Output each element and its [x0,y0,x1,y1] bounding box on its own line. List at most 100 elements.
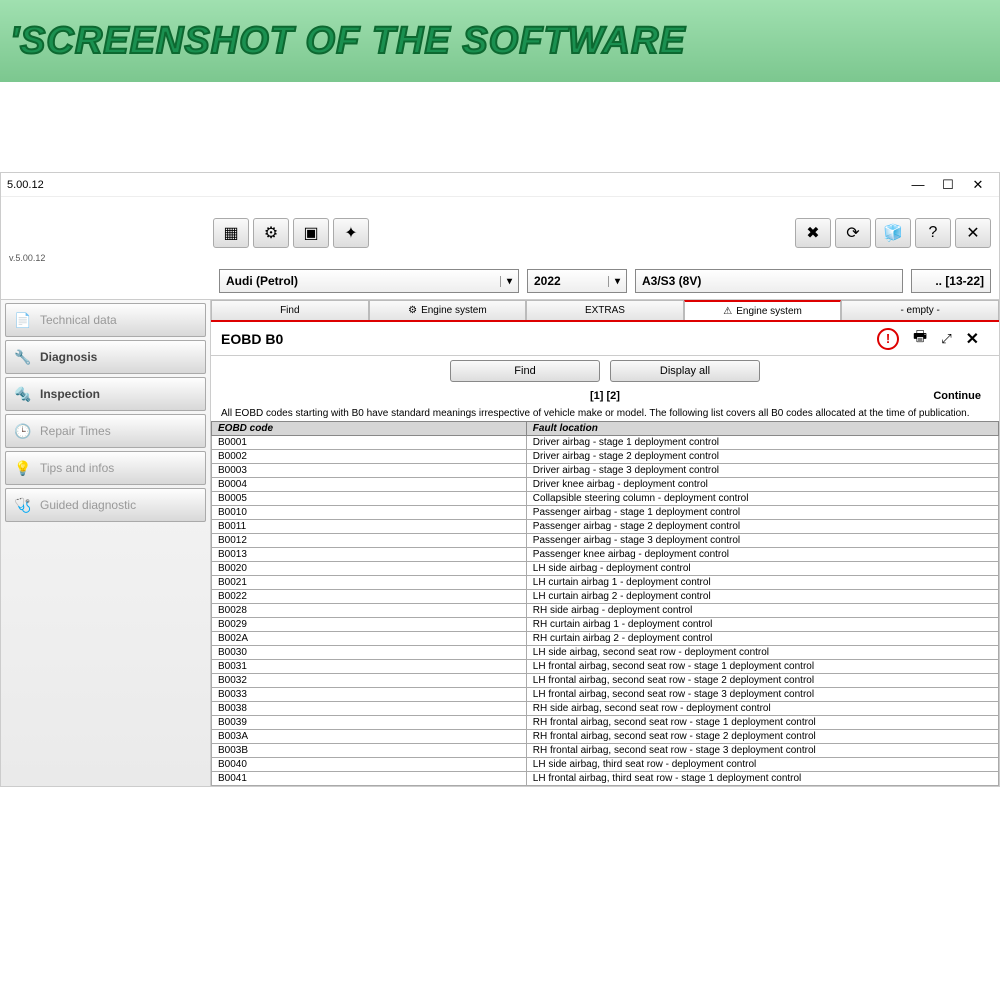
gap2 [0,787,1000,947]
table-row[interactable]: B0002Driver airbag - stage 2 deployment … [212,450,999,464]
tab-label: Engine system [736,306,802,317]
table-row[interactable]: B0040LH side airbag, third seat row - de… [212,758,999,772]
warning-icon[interactable]: ! [877,328,899,350]
help-button[interactable]: ? [915,218,951,248]
cancel-button[interactable]: ✖ [795,218,831,248]
table-cell: LH frontal airbag, third seat row - stag… [526,772,998,786]
make-select[interactable]: Audi (Petrol) ▾ [219,269,519,293]
main-area: 📄Technical data🔧Diagnosis🔩Inspection🕒Rep… [1,299,999,786]
tab-label: EXTRAS [585,305,625,316]
refresh-button[interactable]: ⟳ [835,218,871,248]
table-cell: B003A [212,730,527,744]
sidebar-item-inspection[interactable]: 🔩Inspection [5,377,206,411]
sidebar-icon: 🔧 [14,348,32,366]
maximize-icon[interactable]: ☐ [933,175,963,195]
gear-icon[interactable]: ✦ [333,218,369,248]
make-value: Audi (Petrol) [226,274,298,288]
table-cell: B0040 [212,758,527,772]
table-row[interactable]: B003ARH frontal airbag, second seat row … [212,730,999,744]
table-row[interactable]: B003BRH frontal airbag, second seat row … [212,744,999,758]
table-row[interactable]: B0032LH frontal airbag, second seat row … [212,674,999,688]
sidebar: 📄Technical data🔧Diagnosis🔩Inspection🕒Rep… [1,300,211,786]
close-section-icon[interactable]: ✕ [966,329,979,349]
table-row[interactable]: B0003Driver airbag - stage 3 deployment … [212,464,999,478]
tab-engine-system[interactable]: ⚙Engine system [369,300,527,320]
tab--empty-[interactable]: - empty - [841,300,999,320]
sidebar-icon: 📄 [14,311,32,329]
table-row[interactable]: B0041LH frontal airbag, third seat row -… [212,772,999,786]
range-select[interactable]: .. [13-22] [911,269,991,293]
table-cell: LH curtain airbag 1 - deployment control [526,576,998,590]
table-cell: B0021 [212,576,527,590]
tab-label: Find [280,305,299,316]
table-cell: LH frontal airbag, second seat row - sta… [526,660,998,674]
expand-icon[interactable]: ⤢ [941,331,951,347]
print-icon[interactable]: 🖶 [913,326,927,351]
year-select[interactable]: 2022 ▾ [527,269,627,293]
tab-extras[interactable]: EXTRAS [526,300,684,320]
sidebar-item-repair-times[interactable]: 🕒Repair Times [5,414,206,448]
tab-icon: ⚙ [408,305,417,316]
sidebar-item-diagnosis[interactable]: 🔧Diagnosis [5,340,206,374]
table-cell: Driver knee airbag - deployment control [526,478,998,492]
exit-button[interactable]: ✕ [955,218,991,248]
model-select[interactable]: A3/S3 (8V) [635,269,903,293]
close-icon[interactable]: ✕ [963,175,993,195]
table-row[interactable]: B0033LH frontal airbag, second seat row … [212,688,999,702]
sidebar-item-label: Guided diagnostic [40,498,136,512]
table-cell: LH frontal airbag, second seat row - sta… [526,688,998,702]
table-row[interactable]: B0001Driver airbag - stage 1 deployment … [212,436,999,450]
table-cell: Driver airbag - stage 1 deployment contr… [526,436,998,450]
table-cell: Driver airbag - stage 2 deployment contr… [526,450,998,464]
table-row[interactable]: B002ARH curtain airbag 2 - deployment co… [212,632,999,646]
titlebar: 5.00.12 — ☐ ✕ [1,173,999,197]
display-all-button[interactable]: Display all [610,360,760,382]
engine-icon[interactable]: ⚙ [253,218,289,248]
table-cell: Passenger knee airbag - deployment contr… [526,548,998,562]
table-row[interactable]: B0013Passenger knee airbag - deployment … [212,548,999,562]
table-row[interactable]: B0029RH curtain airbag 1 - deployment co… [212,618,999,632]
table-row[interactable]: B0038RH side airbag, second seat row - d… [212,702,999,716]
sidebar-item-guided-diagnostic[interactable]: 🩺 Guided diagnostic [5,488,206,522]
table-cell: Passenger airbag - stage 1 deployment co… [526,506,998,520]
table-row[interactable]: B0030LH side airbag, second seat row - d… [212,646,999,660]
chevron-down-icon: ▾ [500,276,512,287]
table-cell: RH frontal airbag, second seat row - sta… [526,716,998,730]
table-cell: B0004 [212,478,527,492]
table-cell: B0011 [212,520,527,534]
chevron-down-icon: ▾ [608,276,620,287]
sidebar-icon: 💡 [14,459,32,477]
table-cell: B0002 [212,450,527,464]
table-cell: RH frontal airbag, second seat row - sta… [526,744,998,758]
find-button[interactable]: Find [450,360,600,382]
gap [0,82,1000,172]
sidebar-icon: 🩺 [14,496,32,514]
table-cell: B0020 [212,562,527,576]
table-row[interactable]: B0021LH curtain airbag 1 - deployment co… [212,576,999,590]
table-row[interactable]: B0020LH side airbag - deployment control [212,562,999,576]
package-icon[interactable]: 🧊 [875,218,911,248]
table-row[interactable]: B0010Passenger airbag - stage 1 deployme… [212,506,999,520]
table-row[interactable]: B0011Passenger airbag - stage 2 deployme… [212,520,999,534]
sidebar-item-technical-data[interactable]: 📄Technical data [5,303,206,337]
tab-find[interactable]: Find [211,300,369,320]
pager-text[interactable]: [1] [2] [590,390,620,402]
table-row[interactable]: B0039RH frontal airbag, second seat row … [212,716,999,730]
table-row[interactable]: B0004Driver knee airbag - deployment con… [212,478,999,492]
table-row[interactable]: B0005Collapsible steering column - deplo… [212,492,999,506]
minimize-icon[interactable]: — [903,175,933,195]
sidebar-item-tips-and-infos[interactable]: 💡Tips and infos [5,451,206,485]
park-icon[interactable]: ▣ [293,218,329,248]
layers-icon[interactable]: ▦ [213,218,249,248]
table-row[interactable]: B0012Passenger airbag - stage 3 deployme… [212,534,999,548]
table-row[interactable]: B0028RH side airbag - deployment control [212,604,999,618]
table-row[interactable]: B0031LH frontal airbag, second seat row … [212,660,999,674]
table-cell: B0013 [212,548,527,562]
selector-row: Audi (Petrol) ▾ 2022 ▾ A3/S3 (8V) .. [13… [1,269,999,299]
table-cell: LH frontal airbag, second seat row - sta… [526,674,998,688]
table-row[interactable]: B0022LH curtain airbag 2 - deployment co… [212,590,999,604]
tab-engine-system[interactable]: ⚠Engine system [684,300,842,320]
window-title: 5.00.12 [7,179,44,191]
table-cell: Driver airbag - stage 3 deployment contr… [526,464,998,478]
continue-link[interactable]: Continue [933,390,981,402]
